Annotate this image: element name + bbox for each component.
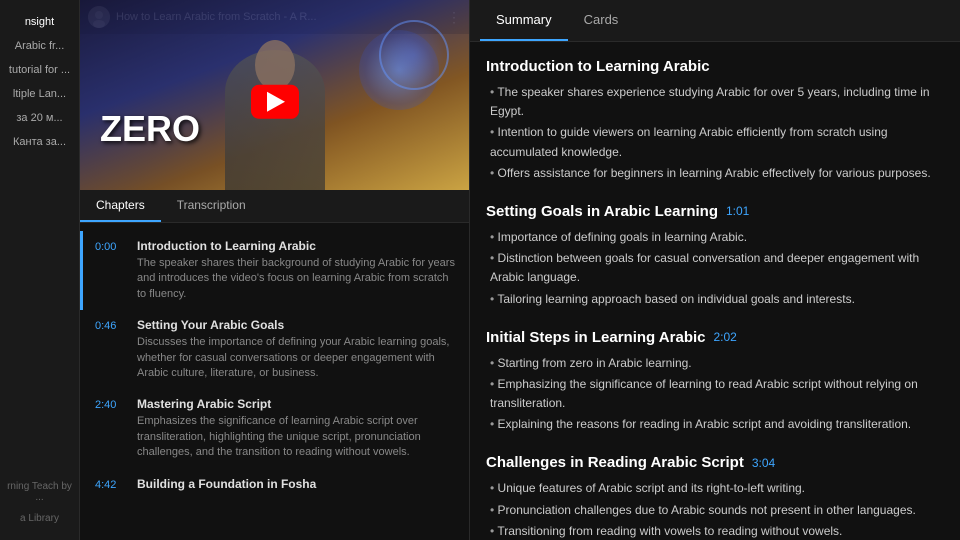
summary-bullet: Intention to guide viewers on learning A… [486,123,944,161]
summary-section: Initial Steps in Learning Arabic 2:02 St… [486,329,944,435]
summary-section-time[interactable]: 2:02 [714,330,737,344]
chapter-time: 0:00 [95,239,127,302]
tab-cards[interactable]: Cards [568,0,635,41]
sidebar-item-tutorial[interactable]: tutorial for ... [0,58,79,82]
chapter-list: 0:00 Introduction to Learning Arabic The… [80,223,469,540]
summary-bullet: Distinction between goals for casual con… [486,249,944,287]
chapter-desc: Emphasizes the significance of learning … [137,414,457,460]
chapter-time: 4:42 [95,477,127,494]
left-panel: How to Learn Arabic from Scratch - A R..… [80,0,470,540]
chapter-title: Introduction to Learning Arabic [137,239,457,253]
tab-summary[interactable]: Summary [480,0,568,41]
summary-section-header: Setting Goals in Arabic Learning 1:01 [486,203,944,220]
summary-bullet: Starting from zero in Arabic learning. [486,354,944,373]
summary-bullet: The speaker shares experience studying A… [486,83,944,121]
chapter-title: Mastering Arabic Script [137,397,457,411]
chapter-title: Setting Your Arabic Goals [137,318,457,332]
main-content: How to Learn Arabic from Scratch - A R..… [80,0,960,540]
summary-section-time[interactable]: 3:04 [752,456,775,470]
summary-bullet: Tailoring learning approach based on ind… [486,290,944,309]
summary-section-header: Introduction to Learning Arabic [486,58,944,75]
tab-transcription[interactable]: Transcription [161,190,262,222]
chapter-title: Building a Foundation in Fosha [137,477,457,491]
summary-section-time[interactable]: 1:01 [726,204,749,218]
video-thumbnail: How to Learn Arabic from Scratch - A R..… [80,0,469,190]
summary-section: Setting Goals in Arabic Learning 1:01 Im… [486,203,944,309]
summary-tabs: Summary Cards [470,0,960,42]
sidebar-item-learning[interactable]: rning Teach by ... [0,477,79,507]
summary-bullet: Transitioning from reading with vowels t… [486,522,944,540]
summary-section: Introduction to Learning Arabic The spea… [486,58,944,183]
summary-section-title: Introduction to Learning Arabic [486,58,710,75]
summary-section-title: Initial Steps in Learning Arabic [486,329,706,346]
right-panel: Summary Cards Introduction to Learning A… [470,0,960,540]
summary-content: Introduction to Learning Arabic The spea… [470,42,960,540]
summary-bullet: Emphasizing the significance of learning… [486,375,944,413]
summary-section-title: Challenges in Reading Arabic Script [486,454,744,471]
chapter-desc: Discusses the importance of defining you… [137,335,457,381]
video-container[interactable]: How to Learn Arabic from Scratch - A R..… [80,0,469,190]
content-area: How to Learn Arabic from Scratch - A R..… [80,0,960,540]
summary-bullet: Unique features of Arabic script and its… [486,479,944,498]
chapter-info: Introduction to Learning Arabic The spea… [137,239,457,302]
sidebar-item-arabic[interactable]: Arabic fr... [0,34,79,58]
chapter-info: Building a Foundation in Fosha [137,477,457,494]
chapter-desc: The speaker shares their background of s… [137,256,457,302]
sidebar-item-multiple[interactable]: ltiple Lan... [0,82,79,106]
chapter-time: 0:46 [95,318,127,381]
sidebar: nsight Arabic fr... tutorial for ... lti… [0,0,80,540]
chapter-item[interactable]: 2:40 Mastering Arabic Script Emphasizes … [80,389,469,468]
chapter-info: Setting Your Arabic Goals Discusses the … [137,318,457,381]
chapter-tabs: Chapters Transcription [80,190,469,223]
sidebar-item-za20[interactable]: за 20 м... [0,106,79,130]
summary-section: Challenges in Reading Arabic Script 3:04… [486,454,944,540]
summary-bullet: Explaining the reasons for reading in Ar… [486,415,944,434]
chapter-time: 2:40 [95,397,127,460]
sidebar-item-insight[interactable]: nsight [0,10,79,34]
summary-section-header: Challenges in Reading Arabic Script 3:04 [486,454,944,471]
chapter-item[interactable]: 0:46 Setting Your Arabic Goals Discusses… [80,310,469,389]
sidebar-item-kanta[interactable]: Канта за... [0,130,79,154]
play-triangle-icon [267,92,285,112]
chapter-item[interactable]: 0:00 Introduction to Learning Arabic The… [80,231,469,310]
chapter-info: Mastering Arabic Script Emphasizes the s… [137,397,457,460]
summary-section-title: Setting Goals in Arabic Learning [486,203,718,220]
play-button[interactable] [251,85,299,119]
summary-section-header: Initial Steps in Learning Arabic 2:02 [486,329,944,346]
summary-bullet: Pronunciation challenges due to Arabic s… [486,501,944,520]
summary-bullet: Importance of defining goals in learning… [486,228,944,247]
chapter-item[interactable]: 4:42 Building a Foundation in Fosha [80,469,469,502]
sidebar-item-library[interactable]: a Library [0,507,79,530]
tab-chapters[interactable]: Chapters [80,190,161,222]
video-big-text: ZERO [100,108,200,150]
summary-bullet: Offers assistance for beginners in learn… [486,164,944,183]
